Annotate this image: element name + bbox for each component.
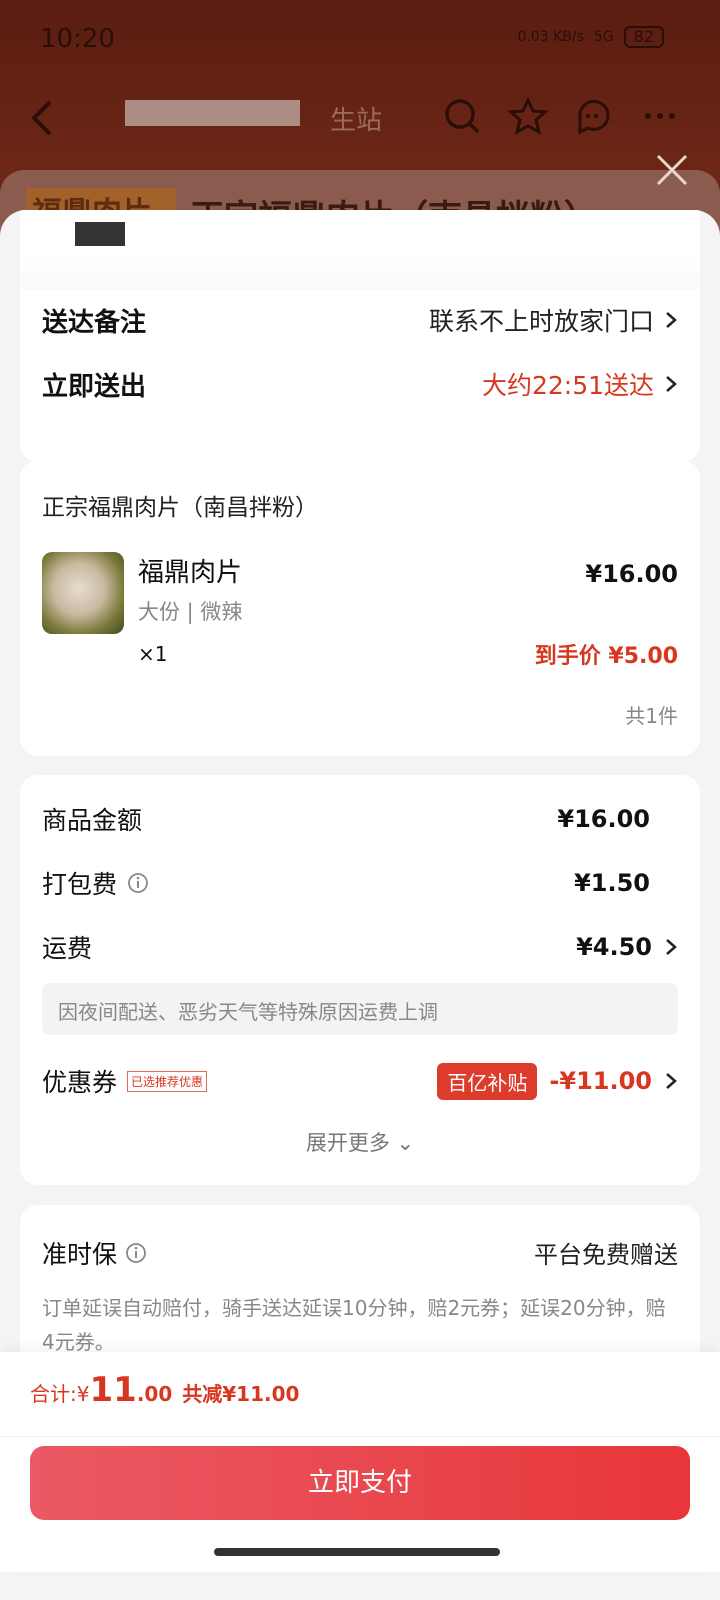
total-price: 合计: ¥ 11 .00 共减¥11.00 (30, 1370, 299, 1410)
chevron-right-icon (666, 1073, 677, 1089)
delivery-card: 送达备注 联系不上时放家门口 立即送出 大约22:51送达 (20, 210, 700, 462)
more-icon[interactable] (640, 96, 680, 136)
shipping-fee-label: 运费 (42, 934, 93, 963)
chat-icon[interactable] (574, 96, 614, 136)
delivery-note-label: 送达备注 (42, 307, 147, 338)
packing-fee-row: 打包费 ¥1.50 (42, 863, 678, 903)
redacted-block (75, 222, 125, 246)
shipping-fee-amount: ¥4.50 (576, 933, 652, 961)
nav-bar: 生站 (0, 90, 720, 150)
chevron-right-icon (666, 376, 677, 392)
info-icon[interactable] (125, 1242, 147, 1264)
battery-icon: 82 (623, 26, 664, 48)
insurance-title-text: 准时保 (42, 1240, 118, 1269)
packing-fee-amount: ¥1.50 (574, 869, 650, 897)
delivery-time-value: 大约22:51送达 (482, 366, 678, 402)
item-name: 福鼎肉片 (138, 558, 243, 588)
packing-fee-label: 打包费 (42, 865, 149, 901)
nav-title: 生站 (330, 106, 383, 136)
delivery-note-row[interactable]: 送达备注 联系不上时放家门口 (42, 300, 678, 340)
net-speed: 0.03 KB/s (517, 29, 584, 45)
coupon-amount: -¥11.00 (549, 1067, 652, 1095)
item-thumbnail (42, 552, 124, 634)
delivery-time-row[interactable]: 立即送出 大约22:51送达 (42, 364, 678, 404)
delivery-time-text: 大约22:51送达 (481, 371, 654, 400)
insurance-desc: 订单延误自动赔付，骑手送达延误10分钟，赔2元券；延误20分钟，赔4元券。 (42, 1296, 666, 1354)
star-icon[interactable] (508, 96, 548, 136)
item-price: ¥16.00 (585, 560, 678, 588)
total-label: 合计: (30, 1382, 77, 1406)
total-dec: .00 (136, 1382, 173, 1406)
coupon-row[interactable]: 优惠券 已选推荐优惠 百亿补贴 -¥11.00 (42, 1061, 678, 1101)
coupon-value: 百亿补贴 -¥11.00 (437, 1062, 678, 1100)
total-currency: ¥ (76, 1382, 90, 1406)
total-int: 11 (89, 1370, 137, 1410)
home-indicator[interactable] (214, 1548, 500, 1556)
divider (0, 1436, 720, 1437)
packing-fee-text: 打包费 (42, 870, 118, 899)
chevron-right-icon (666, 312, 677, 328)
goods-amount-text: ¥16.00 (557, 805, 650, 833)
status-time: 10:20 (40, 24, 115, 54)
status-icons: 0.03 KB/s 5G 82 (517, 26, 664, 48)
shipping-fee-row[interactable]: 运费 ¥4.50 (42, 927, 678, 967)
goods-amount-label: 商品金额 (42, 806, 143, 835)
back-icon[interactable] (24, 96, 64, 140)
search-icon[interactable] (442, 96, 482, 136)
delivery-note-value: 联系不上时放家门口 (429, 302, 678, 338)
item-final-price: 到手价 ¥5.00 (534, 644, 678, 669)
delivery-note-text: 联系不上时放家门口 (428, 307, 654, 336)
chevron-right-icon (666, 939, 677, 955)
delivery-time-label: 立即送出 (42, 371, 147, 402)
pay-now-button[interactable]: 立即支付 (30, 1446, 690, 1520)
insurance-free: 平台免费赠送 (534, 1241, 678, 1269)
item-spec: 大份 | 微辣 (138, 600, 243, 624)
item-count: 共1件 (625, 704, 678, 728)
coupon-pill-badge: 百亿补贴 (437, 1062, 538, 1100)
order-confirm-sheet: 送达备注 联系不上时放家门口 立即送出 大约22:51送达 正宗福鼎肉片（南昌拌… (0, 210, 720, 1600)
shop-name: 正宗福鼎肉片（南昌拌粉） (42, 495, 318, 521)
order-item-card: 正宗福鼎肉片（南昌拌粉） 福鼎肉片 大份 | 微辣 ×1 ¥16.00 到手价 … (20, 460, 700, 756)
nav-actions (442, 96, 680, 136)
total-reduce: 共减¥11.00 (182, 1382, 300, 1406)
info-icon[interactable] (127, 872, 149, 894)
close-icon[interactable] (654, 152, 690, 188)
coupon-label-text: 优惠券 (42, 1068, 118, 1097)
packing-fee-value: ¥1.50 (574, 869, 678, 897)
nav-title-redacted (125, 100, 300, 126)
coupon-recommended-tag: 已选推荐优惠 (127, 1070, 208, 1092)
shipping-fee-note: 因夜间配送、恶劣天气等特殊原因运费上调 (42, 983, 678, 1035)
signal-icon: 5G (593, 29, 614, 45)
expand-more-button[interactable]: 展开更多 ⌄ (20, 1127, 700, 1157)
insurance-title: 准时保 (42, 1235, 147, 1271)
goods-amount-value: ¥16.00 (557, 805, 678, 833)
checkout-bar: 合计: ¥ 11 .00 共减¥11.00 立即支付 (0, 1352, 720, 1572)
shipping-fee-value: ¥4.50 (576, 933, 678, 961)
fee-card: 商品金额 ¥16.00 打包费 ¥1.50 运费 ¥4.50 因夜间配送、恶劣天… (20, 775, 700, 1185)
status-bar: 10:20 0.03 KB/s 5G 82 (0, 0, 720, 80)
item-qty: ×1 (138, 642, 168, 666)
coupon-label: 优惠券 已选推荐优惠 (42, 1063, 208, 1099)
goods-amount-row: 商品金额 ¥16.00 (42, 799, 678, 839)
